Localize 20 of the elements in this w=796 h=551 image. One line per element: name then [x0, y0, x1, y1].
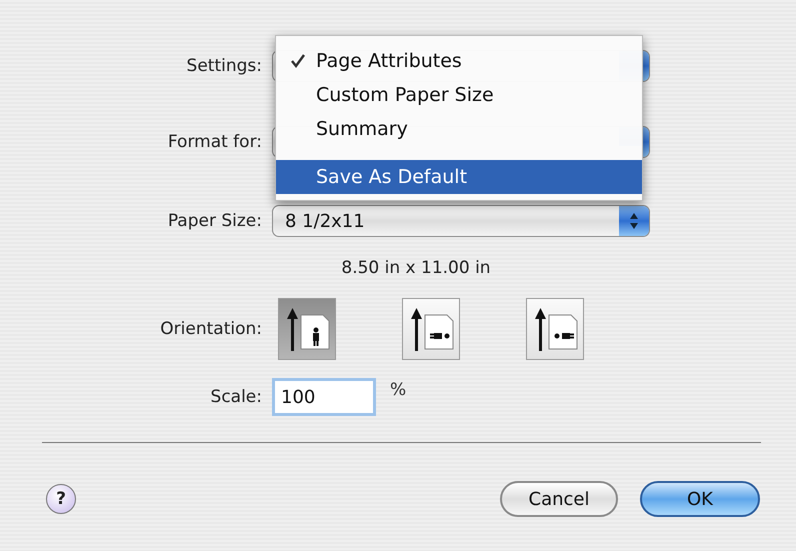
unit-label: %: [390, 380, 406, 400]
field-label: Settings:: [186, 56, 262, 76]
cancel-button[interactable]: Cancel: [500, 481, 618, 517]
field-label: Orientation:: [160, 319, 262, 339]
orientation-button[interactable]: [402, 298, 460, 360]
help-button[interactable]: ?: [46, 484, 76, 514]
ok-button[interactable]: OK: [640, 481, 760, 517]
menu-item[interactable]: Page Attributes: [276, 44, 642, 78]
stepper-arrows-icon: [629, 212, 639, 230]
field-label: Scale:: [210, 387, 262, 407]
paper-dimensions: 8.50 in x 11.00 in: [341, 258, 491, 278]
menu-item[interactable]: Custom Paper Size: [276, 78, 642, 112]
menu-item[interactable]: Save As Default: [276, 146, 642, 194]
paper-size-popup[interactable]: 8 1/2x11: [272, 205, 650, 237]
field-label: Paper Size:: [168, 211, 262, 231]
scale-field[interactable]: 100: [272, 378, 376, 416]
field-label: Format for:: [168, 132, 262, 152]
menu-item[interactable]: Summary: [276, 112, 642, 146]
orientation-button[interactable]: [278, 298, 336, 360]
orientation-button[interactable]: [526, 298, 584, 360]
